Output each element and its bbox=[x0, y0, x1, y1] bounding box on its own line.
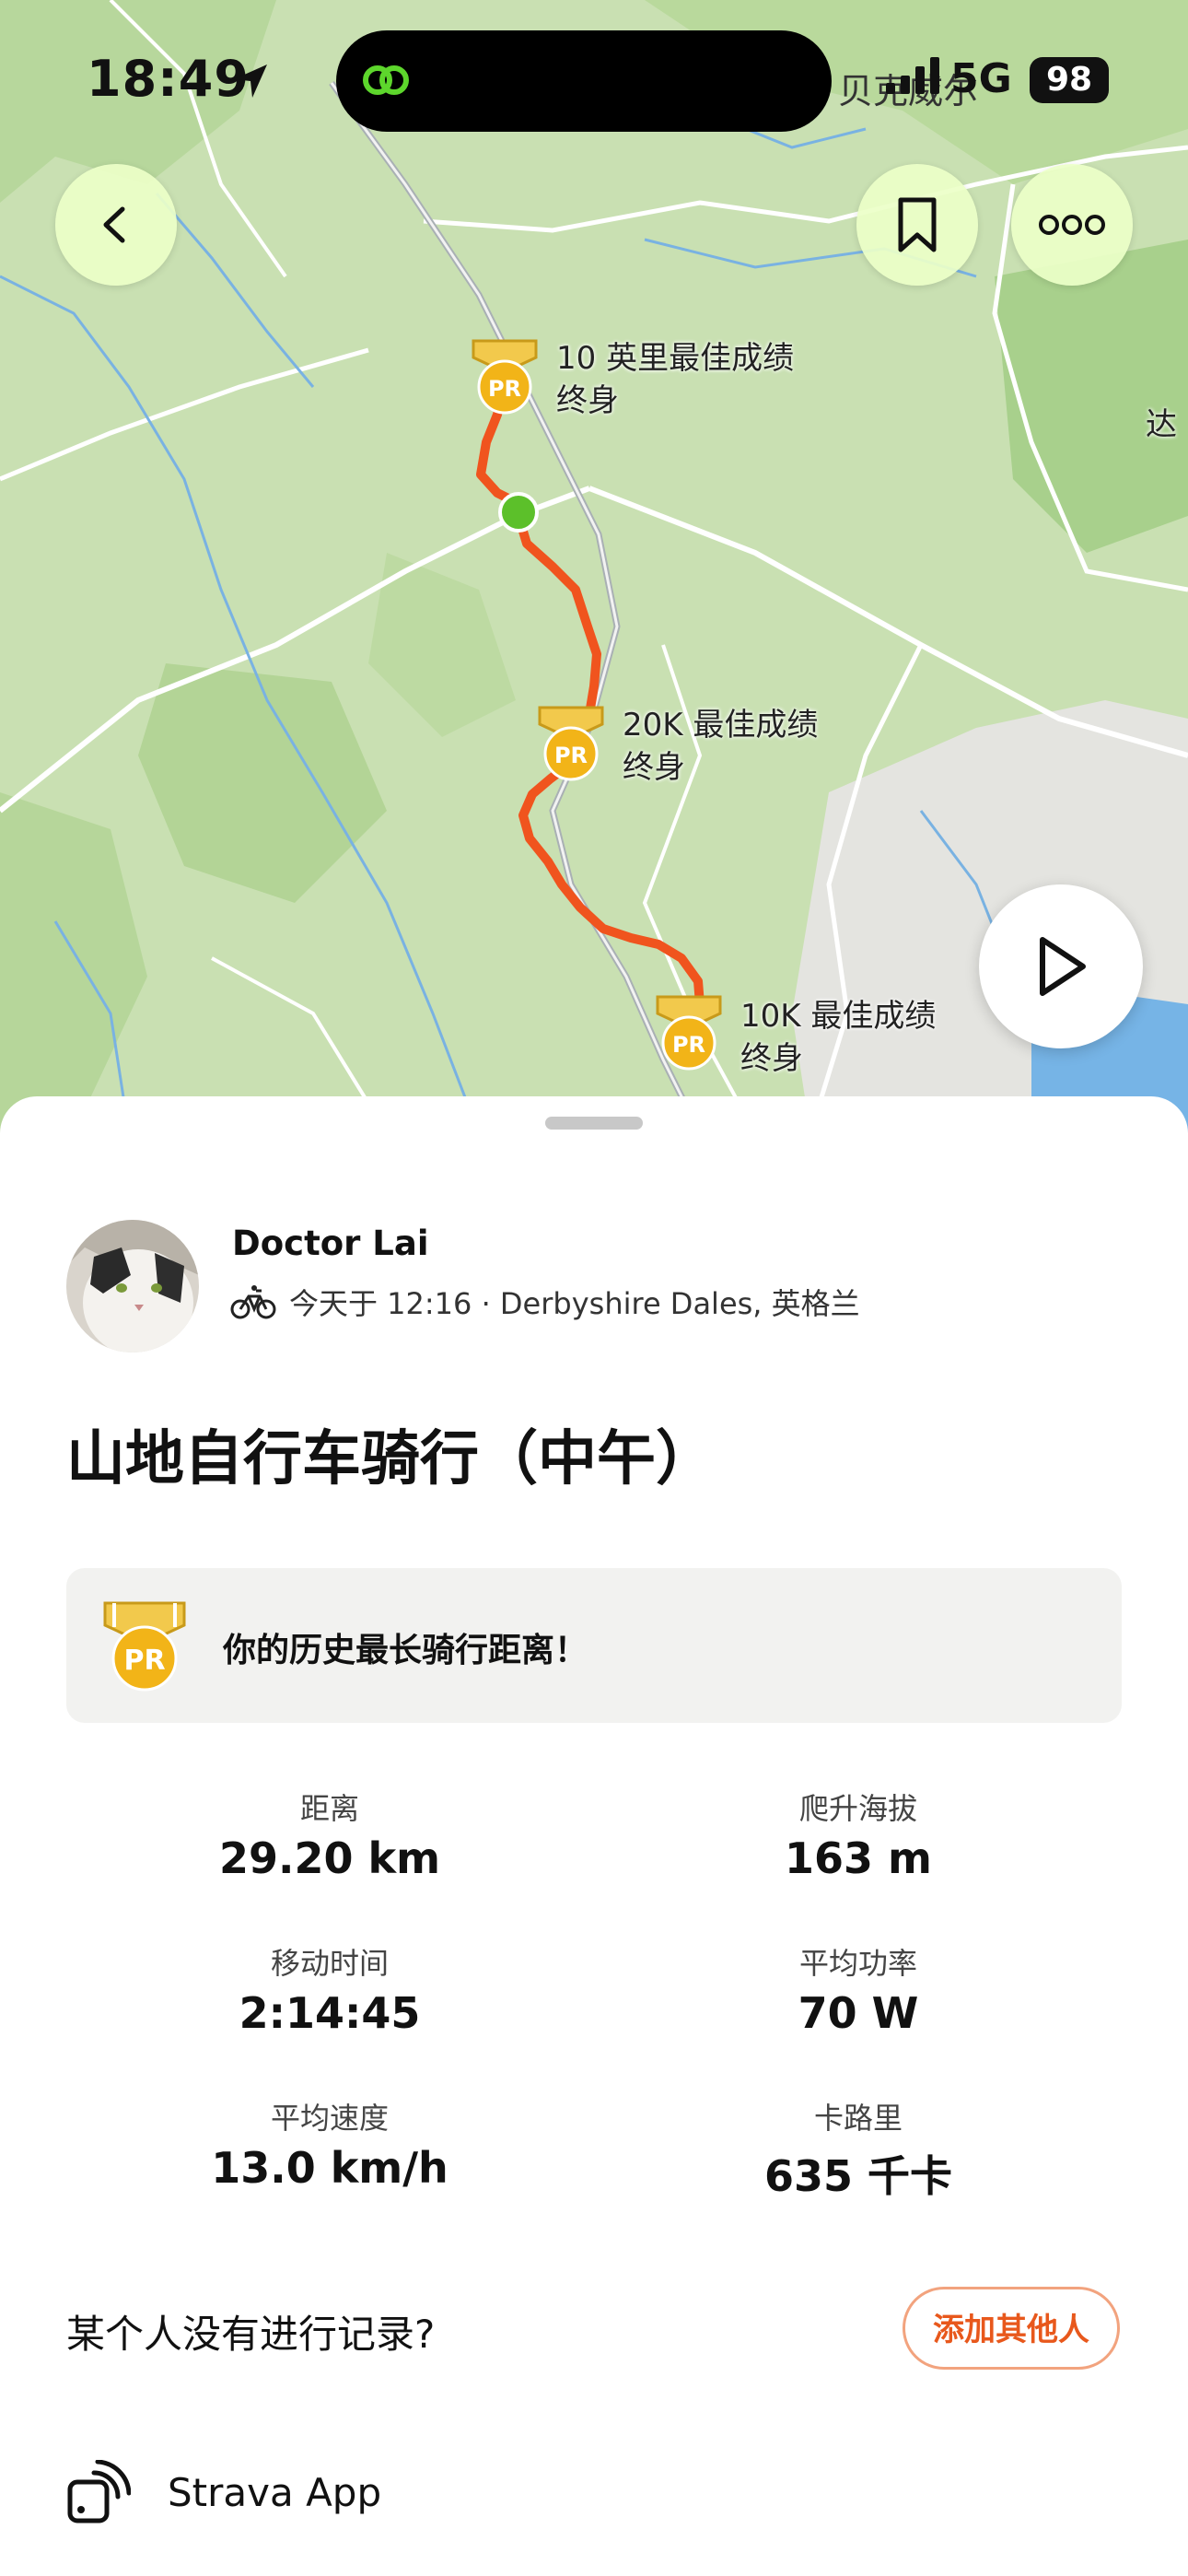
pr-subtitle: 终身 bbox=[623, 749, 685, 786]
stat-avg-power: 平均功率 70 W bbox=[628, 1940, 1089, 2038]
activity-meta-text: 今天于 12:16 · Derbyshire Dales, 英格兰 bbox=[289, 1286, 860, 1321]
cat-avatar-image bbox=[66, 1220, 199, 1352]
pr-banner-text: 你的历史最长骑行距离！ bbox=[223, 1632, 588, 1669]
bookmark-icon bbox=[898, 197, 937, 252]
pr-badge-icon: PR bbox=[103, 1601, 186, 1692]
avatar[interactable] bbox=[66, 1220, 199, 1352]
pr-title: 20K 最佳成绩 bbox=[623, 707, 819, 744]
battery-indicator: 98 bbox=[1030, 57, 1109, 103]
pr-badge-icon: PR bbox=[472, 339, 538, 415]
location-arrow-icon bbox=[234, 64, 267, 98]
more-button[interactable] bbox=[1011, 164, 1133, 286]
svg-text:PR: PR bbox=[123, 1645, 165, 1677]
dynamic-island bbox=[336, 30, 832, 132]
device-icon bbox=[67, 2460, 131, 2523]
pr-subtitle: 终身 bbox=[556, 382, 619, 419]
stat-moving-time: 移动时间 2:14:45 bbox=[99, 1940, 560, 2038]
app-link-icon bbox=[363, 65, 409, 95]
signal-icon bbox=[886, 57, 939, 94]
activity-meta: 今天于 12:16 · Derbyshire Dales, 英格兰 bbox=[230, 1281, 860, 1323]
add-others-button[interactable]: 添加其他人 bbox=[903, 2287, 1120, 2370]
pr-marker-10k[interactable]: PR bbox=[654, 993, 724, 1076]
stat-avg-speed: 平均速度 13.0 km/h bbox=[99, 2095, 560, 2193]
device-row: Strava App bbox=[66, 2460, 381, 2524]
pr-subtitle: 终身 bbox=[740, 1040, 803, 1077]
pr-label-20k: 20K 最佳成绩 终身 bbox=[623, 704, 818, 789]
activity-title: 山地自行车骑行（中午） bbox=[66, 1425, 715, 1493]
stat-value: 70 W bbox=[798, 1988, 919, 2038]
stat-elevation: 爬升海拔 163 m bbox=[628, 1786, 1089, 1883]
sheet-drag-handle[interactable] bbox=[545, 1117, 643, 1130]
map-place-label: 达 bbox=[1146, 406, 1177, 443]
stat-value: 13.0 km/h bbox=[211, 2143, 448, 2193]
svg-text:PR: PR bbox=[672, 1032, 705, 1058]
stat-label: 平均功率 bbox=[798, 1946, 917, 1981]
pr-label-10mi: 10 英里最佳成绩 终身 bbox=[556, 337, 794, 422]
more-icon bbox=[1039, 215, 1105, 235]
bike-icon bbox=[230, 1285, 276, 1319]
stat-value: 635 千卡 bbox=[763, 2151, 953, 2201]
stat-label: 距离 bbox=[299, 1791, 359, 1826]
activity-sheet: Doctor Lai 今天于 12:16 · Derbyshire Dales,… bbox=[0, 1096, 1188, 2576]
route-map[interactable]: PR 10 英里最佳成绩 终身 PR 20K 最佳成绩 终身 PR 10K 最佳… bbox=[0, 0, 1188, 1133]
stat-calories: 卡路里 635 千卡 bbox=[628, 2095, 1089, 2204]
back-button[interactable] bbox=[55, 164, 177, 286]
stat-value: 163 m bbox=[785, 1833, 932, 1883]
device-label: Strava App bbox=[168, 2469, 382, 2515]
stat-distance: 距离 29.20 km bbox=[99, 1786, 560, 1883]
pr-achievement-banner[interactable]: PR 你的历史最长骑行距离！ bbox=[66, 1568, 1122, 1723]
status-time: 18:49 bbox=[87, 50, 250, 108]
pr-label-10k: 10K 最佳成绩 终身 bbox=[740, 995, 936, 1080]
pr-title: 10 英里最佳成绩 bbox=[556, 340, 795, 377]
athlete-name[interactable]: Doctor Lai bbox=[232, 1224, 429, 1263]
back-icon bbox=[103, 206, 125, 243]
svg-text:PR: PR bbox=[554, 743, 588, 768]
pr-marker-20k[interactable]: PR bbox=[536, 704, 606, 787]
stat-value: 29.20 km bbox=[218, 1833, 441, 1883]
play-icon bbox=[1040, 937, 1086, 996]
start-dot bbox=[498, 492, 539, 533]
pr-badge-icon: PR bbox=[538, 706, 604, 781]
pr-title: 10K 最佳成绩 bbox=[740, 998, 937, 1035]
play-flyover-button[interactable] bbox=[979, 884, 1143, 1048]
stat-label: 平均速度 bbox=[270, 2101, 389, 2136]
svg-text:PR: PR bbox=[488, 376, 521, 402]
stat-label: 卡路里 bbox=[813, 2101, 903, 2136]
stat-label: 爬升海拔 bbox=[798, 1791, 917, 1826]
unrecorded-question: 某个人没有进行记录? bbox=[66, 2312, 436, 2357]
stat-value: 2:14:45 bbox=[239, 1988, 421, 2038]
bookmark-button[interactable] bbox=[856, 164, 978, 286]
pr-badge-icon: PR bbox=[656, 995, 722, 1071]
stat-label: 移动时间 bbox=[270, 1946, 389, 1981]
network-type: 5G bbox=[950, 55, 1012, 102]
pr-marker-10mi[interactable]: PR bbox=[470, 337, 540, 420]
